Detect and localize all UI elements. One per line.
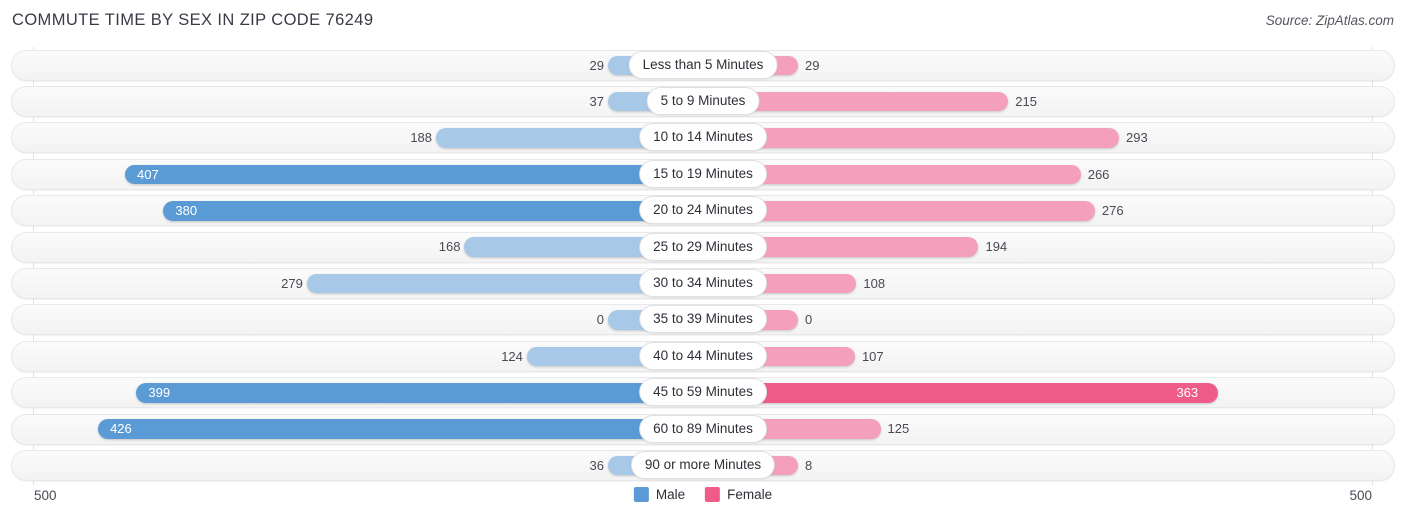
bar-row: 0 0 35 to 39 Minutes bbox=[0, 302, 1406, 338]
category-label[interactable]: 40 to 44 Minutes bbox=[639, 341, 767, 370]
bar-value-female: 215 bbox=[1015, 93, 1037, 109]
bar-value-male: 380 bbox=[175, 203, 198, 219]
category-label[interactable]: 5 to 9 Minutes bbox=[646, 86, 760, 115]
plot-area: 29 29 Less than 5 Minutes 37 215 5 to 9 Minut… bbox=[0, 47, 1406, 485]
category-label[interactable]: 90 or more Minutes bbox=[630, 450, 776, 479]
bar-row: 37 215 5 to 9 Minutes bbox=[0, 83, 1406, 119]
bar-row: 188 293 10 to 14 Minutes bbox=[0, 120, 1406, 156]
bar-male[interactable] bbox=[98, 419, 703, 439]
category-label[interactable]: 35 to 39 Minutes bbox=[639, 305, 767, 334]
legend-label-male: Male bbox=[655, 487, 686, 502]
bar-row: 399 363 45 to 59 Minutes bbox=[0, 375, 1406, 411]
bar-row: 36 8 90 or more Minutes bbox=[0, 447, 1406, 483]
legend-swatch-female-icon bbox=[705, 487, 721, 502]
bar-value-male: 29 bbox=[589, 57, 604, 73]
bar-value-female: 29 bbox=[805, 57, 820, 73]
bar-row: 29 29 Less than 5 Minutes bbox=[0, 47, 1406, 83]
bar-value-female: 125 bbox=[887, 421, 910, 437]
axis-max-left: 500 bbox=[34, 488, 57, 503]
category-label[interactable]: 60 to 89 Minutes bbox=[639, 414, 767, 443]
bar-row: 124 107 40 to 44 Minutes bbox=[0, 338, 1406, 374]
bar-male[interactable] bbox=[163, 201, 703, 221]
chart-footer: 500 Male Female 500 bbox=[0, 485, 1406, 523]
category-label[interactable]: 30 to 34 Minutes bbox=[639, 268, 767, 297]
bar-row: 426 125 60 to 89 Minutes bbox=[0, 411, 1406, 447]
category-label[interactable]: 10 to 14 Minutes bbox=[639, 123, 767, 152]
legend-swatch-male-icon bbox=[633, 487, 649, 502]
bar-value-female: 363 bbox=[1176, 385, 1199, 401]
bar-row: 168 194 25 to 29 Minutes bbox=[0, 229, 1406, 265]
source-attribution: Source: ZipAtlas.com bbox=[1265, 13, 1394, 28]
bar-male[interactable] bbox=[125, 164, 703, 185]
bar-rows: 29 29 Less than 5 Minutes 37 215 5 to 9 Minut… bbox=[0, 47, 1406, 484]
bar-row: 380 276 20 to 24 Minutes bbox=[0, 193, 1406, 229]
category-label[interactable]: Less than 5 Minutes bbox=[628, 50, 778, 79]
axis-max-right: 500 bbox=[1349, 488, 1372, 503]
category-label[interactable]: 25 to 29 Minutes bbox=[639, 232, 767, 261]
bar-value-male: 36 bbox=[589, 457, 604, 473]
category-label[interactable]: 45 to 59 Minutes bbox=[639, 378, 767, 407]
bar-row: 279 108 30 to 34 Minutes bbox=[0, 265, 1406, 301]
bar-value-male: 37 bbox=[589, 93, 604, 109]
category-label[interactable]: 20 to 24 Minutes bbox=[639, 196, 767, 225]
category-label[interactable]: 15 to 19 Minutes bbox=[639, 159, 767, 188]
bar-value-male: 279 bbox=[281, 275, 303, 291]
bar-value-female: 108 bbox=[863, 275, 886, 291]
bar-value-female: 293 bbox=[1126, 130, 1148, 146]
bar-value-female: 194 bbox=[985, 239, 1008, 255]
bar-female[interactable] bbox=[703, 383, 1219, 403]
bar-value-male: 0 bbox=[596, 312, 604, 328]
bar-value-female: 266 bbox=[1087, 166, 1110, 182]
bar-value-male: 124 bbox=[501, 348, 523, 364]
legend: Male Female bbox=[633, 487, 772, 502]
legend-item-female[interactable]: Female bbox=[705, 487, 772, 502]
page-title: COMMUTE TIME BY SEX IN ZIP CODE 76249 bbox=[12, 11, 374, 29]
bar-value-female: 276 bbox=[1101, 203, 1124, 219]
bar-value-male: 188 bbox=[410, 130, 433, 146]
chart-root: COMMUTE TIME BY SEX IN ZIP CODE 76249 So… bbox=[0, 0, 1406, 523]
bar-value-male: 407 bbox=[137, 166, 159, 182]
bar-value-male: 399 bbox=[148, 385, 171, 401]
bar-row: 407 266 15 to 19 Minutes bbox=[0, 156, 1406, 192]
legend-item-male[interactable]: Male bbox=[633, 487, 686, 502]
bar-value-male: 168 bbox=[438, 239, 461, 255]
chart-header: COMMUTE TIME BY SEX IN ZIP CODE 76249 So… bbox=[0, 0, 1406, 46]
bar-value-female: 0 bbox=[805, 312, 813, 328]
legend-label-female: Female bbox=[727, 487, 773, 502]
bar-male[interactable] bbox=[136, 383, 703, 403]
bar-value-female: 107 bbox=[861, 348, 884, 364]
bar-value-male: 426 bbox=[110, 421, 132, 437]
bar-value-female: 8 bbox=[805, 457, 813, 473]
